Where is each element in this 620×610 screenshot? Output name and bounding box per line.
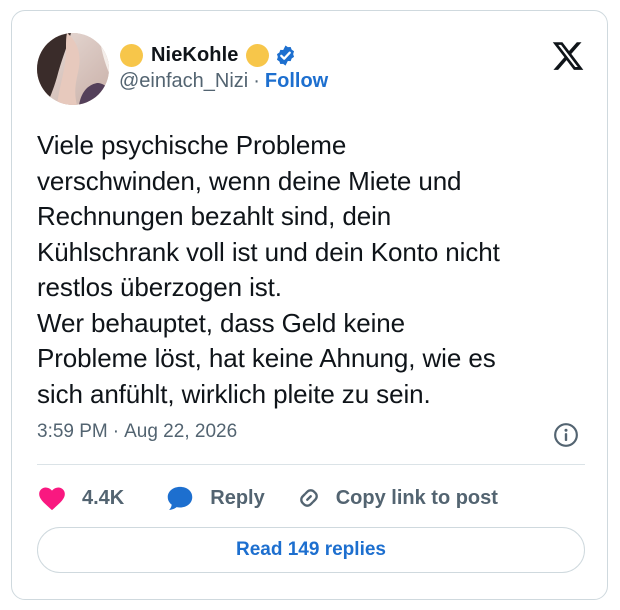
reply-button[interactable]: Reply bbox=[166, 485, 265, 511]
reply-bubble-icon bbox=[168, 486, 193, 510]
tweet-timestamp[interactable]: 3:59 PM · Aug 22, 2026 bbox=[37, 421, 237, 443]
yellow-circle-emoji-icon bbox=[120, 43, 143, 67]
action-bar: 4.4K Reply Copy link to post bbox=[38, 483, 498, 513]
handle-separator: · bbox=[253, 70, 260, 92]
tweet-card: NieKohle @einfach_Nizi · Follow Viele ps… bbox=[11, 10, 608, 600]
heart-icon bbox=[39, 487, 65, 511]
timestamp-separator: · bbox=[112, 421, 120, 442]
copy-link-button[interactable]: Copy link to post bbox=[295, 484, 498, 512]
copy-link-label: Copy link to post bbox=[335, 486, 498, 509]
reply-label: Reply bbox=[210, 486, 265, 509]
verified-badge-icon bbox=[277, 44, 295, 66]
tweet-date: Aug 22, 2026 bbox=[124, 421, 238, 442]
like-button[interactable]: 4.4K bbox=[38, 485, 124, 511]
read-replies-button[interactable]: Read 149 replies bbox=[37, 527, 585, 573]
divider bbox=[37, 464, 585, 465]
x-logo-icon[interactable] bbox=[550, 39, 586, 73]
link-icon bbox=[299, 489, 318, 507]
follow-button[interactable]: Follow bbox=[265, 70, 328, 93]
info-icon[interactable] bbox=[553, 422, 579, 448]
author-display-name[interactable]: NieKohle bbox=[151, 44, 238, 67]
like-count: 4.4K bbox=[82, 486, 125, 509]
yellow-circle-emoji-icon bbox=[246, 43, 270, 67]
avatar-image bbox=[37, 33, 109, 105]
tweet-time: 3:59 PM bbox=[37, 421, 108, 442]
author-name-row[interactable]: NieKohle bbox=[120, 39, 297, 71]
author-handle[interactable]: @einfach_Nizi bbox=[119, 70, 248, 93]
tweet-text: Viele psychische Probleme verschwinden, … bbox=[37, 130, 500, 409]
author-handle-row: @einfach_Nizi · Follow bbox=[119, 70, 328, 93]
avatar[interactable] bbox=[37, 33, 109, 105]
